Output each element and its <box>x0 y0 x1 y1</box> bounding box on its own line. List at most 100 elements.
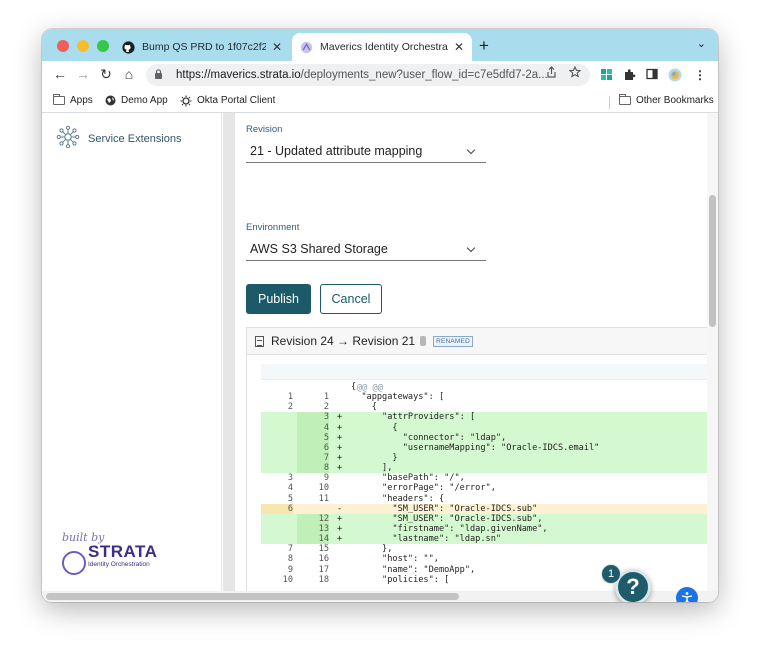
code-text: } <box>351 452 398 463</box>
revision-label: Revision <box>246 124 283 135</box>
old-line-number: 1 <box>287 392 293 403</box>
old-line-number: 7 <box>287 544 293 555</box>
environment-select[interactable]: AWS S3 Shared Storage <box>246 237 486 261</box>
home-button[interactable]: ⌂ <box>119 66 139 82</box>
diff-line: 3 + "attrProviders": [ <box>261 412 709 423</box>
bookmark-apps[interactable]: Apps <box>53 94 93 106</box>
code-text: }, <box>351 544 393 555</box>
sidebar-item-service-extensions[interactable]: Service Extensions <box>56 125 182 152</box>
old-line-number: 9 <box>287 564 293 575</box>
revision-select[interactable]: 21 - Updated attribute mapping <box>246 139 486 163</box>
new-line-number: 6 <box>297 442 329 453</box>
diff-marker: + <box>337 442 343 453</box>
code-text: { <box>351 422 398 433</box>
old-line-number: 2 <box>287 402 293 413</box>
diff-line: 7 15 }, <box>261 544 709 554</box>
new-line-number: 17 <box>318 564 329 575</box>
tab-title: Bump QS PRD to 1f07c2f2475 <box>142 41 266 53</box>
minimize-window-button[interactable] <box>77 40 89 52</box>
forward-button[interactable]: → <box>73 66 93 82</box>
new-line-number: 8 <box>297 463 329 474</box>
zoom-window-button[interactable] <box>97 40 109 52</box>
diff-line: 8 + ], <box>261 463 709 474</box>
reload-button[interactable]: ↻ <box>96 66 116 83</box>
new-line-number: 1 <box>323 392 329 403</box>
code-text: ], <box>351 463 393 474</box>
url-path: /deployments_new?user_flow_id=c7e5dfd7-2… <box>300 69 548 81</box>
vertical-scrollbar[interactable] <box>707 113 718 602</box>
logo-subtitle: Identity Orchestration <box>88 561 150 568</box>
other-bookmarks[interactable]: Other Bookmarks <box>619 94 714 106</box>
tab-maverics[interactable]: Maverics Identity Orchestration ✕ <box>292 33 472 61</box>
tab-close-icon[interactable]: ✕ <box>272 40 282 54</box>
bookmark-label: Demo App <box>121 95 168 106</box>
bookmarks-divider <box>609 96 610 109</box>
scrollbar-thumb[interactable] <box>709 195 716 327</box>
tab-search-icon[interactable]: ⌄ <box>697 37 706 50</box>
old-line-number: 3 <box>287 473 293 484</box>
environment-label: Environment <box>246 222 300 233</box>
old-line-number: 8 <box>287 554 293 565</box>
accessibility-icon[interactable] <box>676 587 698 602</box>
browser-toolbar: ← → ↻ ⌂ https://maverics.strata.io/deplo… <box>42 61 718 91</box>
profile-avatar[interactable] <box>668 68 682 82</box>
old-line-number: 6 <box>261 503 293 514</box>
share-icon[interactable] <box>546 66 557 81</box>
new-line-number: 18 <box>318 574 329 585</box>
code-text: "attrProviders": [ <box>351 412 476 423</box>
cancel-button[interactable]: Cancel <box>320 284 382 314</box>
address-bar[interactable]: https://maverics.strata.io/deployments_n… <box>146 64 590 86</box>
diff-marker: + <box>337 534 343 545</box>
code-text: "name": "DemoApp", <box>351 564 476 575</box>
document-icon <box>255 335 264 347</box>
diff-marker: + <box>337 452 343 463</box>
code-text: "host": "", <box>351 554 439 565</box>
code-text: "firstname": "ldap.givenName", <box>351 523 548 534</box>
tab-close-icon[interactable]: ✕ <box>454 40 464 54</box>
old-line-number: 10 <box>282 574 293 585</box>
extension-teal-icon[interactable] <box>599 68 613 82</box>
new-line-number: 5 <box>297 432 329 443</box>
bookmark-star-icon[interactable] <box>568 65 582 81</box>
new-line-number: 4 <box>297 422 329 433</box>
new-line-number: 14 <box>297 534 329 545</box>
new-line-number: 10 <box>318 483 329 494</box>
close-window-button[interactable] <box>57 40 69 52</box>
new-line-number: 15 <box>318 544 329 555</box>
bookmark-label: Okta Portal Client <box>197 95 276 106</box>
okta-sun-icon <box>180 95 192 106</box>
github-icon <box>122 40 135 54</box>
renamed-badge: RENAMED <box>433 335 473 347</box>
maverics-icon <box>300 41 313 54</box>
publish-button[interactable]: Publish <box>246 284 311 314</box>
diff-line: 2 2 { <box>261 402 709 412</box>
url-host: https://maverics.strata.io <box>176 69 301 81</box>
diff-marker: - <box>337 503 343 514</box>
logo-brand: STRATA <box>88 542 158 561</box>
browser-menu-icon[interactable]: ⋮ <box>693 68 707 82</box>
strata-logo: built by STRATA Identity Orchestration <box>60 531 170 575</box>
diff-marker: + <box>337 432 343 443</box>
diff-marker: + <box>337 523 343 534</box>
bookmark-okta-portal[interactable]: Okta Portal Client <box>180 95 275 106</box>
diff-line: 7 + } <box>261 452 709 464</box>
scrollbar-thumb[interactable] <box>46 593 459 600</box>
extensions-puzzle-icon[interactable] <box>622 68 636 82</box>
diff-marker: + <box>337 513 343 524</box>
back-button[interactable]: ← <box>50 66 70 82</box>
diff-line: 13 + "firstname": "ldap.givenName", <box>261 523 709 535</box>
tab-github[interactable]: Bump QS PRD to 1f07c2f2475 ✕ <box>114 33 290 61</box>
bookmark-demo-app[interactable]: Demo App <box>104 95 168 106</box>
lock-icon <box>154 69 168 81</box>
diff-line: 14 + "lastname": "ldap.sn" <box>261 534 709 545</box>
diff-title: Revision 24 → Revision 21 <box>271 334 416 348</box>
globe-icon <box>104 95 116 106</box>
new-tab-button[interactable]: + <box>479 36 489 56</box>
diff-marker <box>420 336 427 346</box>
side-panel-icon[interactable] <box>645 68 659 82</box>
main-panel: Revision 21 - Updated attribute mapping … <box>235 113 709 602</box>
diff-header: Revision 24 → Revision 21 RENAMED <box>246 327 709 355</box>
tab-title: Maverics Identity Orchestration <box>320 41 448 53</box>
bookmarks-bar: Apps Demo App Okta Portal Client Other B… <box>42 91 718 113</box>
diff-line: 5 11 "headers": { <box>261 494 709 504</box>
